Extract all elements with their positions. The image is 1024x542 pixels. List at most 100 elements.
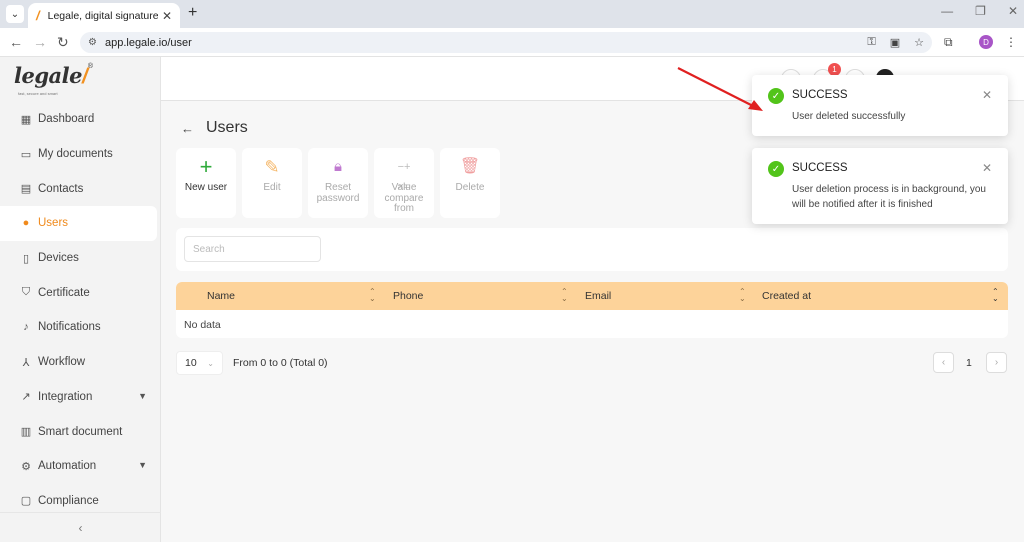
previous-page-button[interactable]: ‹ [933, 352, 954, 373]
check-circle-icon: ✓ [768, 88, 784, 104]
tablet-icon: ▯ [22, 252, 30, 265]
bell-icon: ♪ [23, 321, 29, 334]
restore-icon[interactable]: ❐ [975, 4, 986, 18]
sidebar-item-label: Dashboard [38, 113, 95, 126]
chevron-left-icon: ‹ [78, 520, 83, 535]
next-page-button[interactable]: › [986, 352, 1007, 373]
gear-icon: ⚙ [21, 460, 31, 473]
action-label: New user [184, 182, 228, 193]
bookmark-star-icon[interactable]: ☆ [914, 36, 924, 49]
column-header-phone[interactable]: Phone [393, 282, 423, 310]
forward-arrow-icon[interactable]: → [33, 34, 47, 50]
new-tab-button[interactable]: + [188, 4, 197, 22]
page-header: ← Users [181, 119, 248, 137]
sort-arrows-icon[interactable]: ⌃ ⌄ [992, 288, 999, 303]
page-size-select[interactable]: 10 ⌄ [176, 351, 223, 375]
logo-registered: ® [87, 63, 93, 70]
chat-icon: ▢ [20, 495, 32, 508]
action-label: Delete [455, 182, 485, 193]
sidebar-item-notifications[interactable]: ♪ Notifications [0, 310, 161, 345]
minimize-icon[interactable]: — [941, 4, 953, 18]
sidebar-item-workflow[interactable]: ⅄ Workflow [0, 345, 161, 380]
sort-arrows-icon[interactable]: ⌃ ⌄ [369, 288, 376, 303]
sidebar-item-certificate[interactable]: ⛉ Certificate [0, 275, 161, 310]
sidebar-item-smart-document[interactable]: ▥ Smart document [0, 414, 161, 449]
sidebar-item-integration[interactable]: ↗ Integration ▼ [0, 380, 161, 415]
search-card [176, 228, 1008, 271]
browser-tab[interactable]: / Legale, digital signature ✕ [28, 3, 180, 28]
action-label: Reset password [316, 182, 360, 204]
column-header-name[interactable]: Name [207, 282, 235, 310]
lock-icon: 🔒︎ [334, 158, 342, 175]
dashboard-icon: ▦ [20, 113, 32, 126]
action-label: Edit [263, 182, 281, 193]
page-title: Users [206, 119, 248, 136]
sidebar-item-label: Notifications [38, 321, 101, 334]
calculator-icon: −+ ×= [397, 161, 411, 193]
external-link-icon: ↗ [21, 391, 31, 404]
tab-close-icon[interactable]: ✕ [162, 9, 172, 23]
toast-message: User deleted successfully [792, 111, 906, 122]
column-header-created-at[interactable]: Created at [762, 282, 811, 310]
reset-password-button[interactable]: 🔒︎ Reset password [308, 148, 368, 218]
sidebar-item-devices[interactable]: ▯ Devices [0, 241, 161, 276]
document-icon: ▥ [20, 426, 32, 439]
logo-tagline: fast, secure and smart [18, 91, 58, 96]
site-settings-icon[interactable]: ⚙ [88, 37, 97, 48]
column-header-email[interactable]: Email [585, 282, 611, 310]
url-text: app.legale.io/user [104, 36, 192, 49]
install-app-icon[interactable]: ▣ [890, 36, 900, 49]
toast-message: User deletion process is in background, … [792, 184, 986, 210]
current-page-number[interactable]: 1 [966, 357, 972, 369]
back-arrow-icon[interactable]: ← [9, 34, 23, 50]
window-close-icon[interactable]: ✕ [1008, 4, 1018, 18]
success-toast: ✓ SUCCESS User deletion process is in ba… [752, 148, 1008, 224]
edit-button[interactable]: ✎ Edit [242, 148, 302, 218]
pagination: 10 ⌄ From 0 to 0 (Total 0) ‹ 1 › [176, 351, 1008, 375]
tab-search-menu-button[interactable]: ⌄ [6, 5, 24, 23]
tab-title: Legale, digital signature [47, 9, 158, 22]
sidebar-item-label: My documents [38, 148, 113, 161]
toast-title: SUCCESS [792, 162, 848, 174]
chevron-down-icon[interactable]: ▼ [138, 391, 147, 401]
folder-icon: ▭ [20, 148, 32, 161]
sidebar-item-automation[interactable]: ⚙ Automation ▼ [0, 449, 161, 484]
sidebar-item-label: Contacts [38, 182, 84, 195]
sidebar-item-my-documents[interactable]: ▭ My documents [0, 137, 161, 172]
plus-icon: + [199, 154, 213, 179]
chevron-down-icon[interactable]: ▼ [138, 460, 147, 470]
sort-arrows-icon[interactable]: ⌃ ⌄ [739, 288, 746, 303]
browser-tab-bar: ⌄ / Legale, digital signature ✕ + — ❐ ✕ [0, 0, 1024, 28]
sidebar-item-users[interactable]: ● Users [0, 206, 157, 241]
reload-icon[interactable]: ↻ [57, 34, 69, 51]
browser-menu-icon[interactable]: ⋮ [1005, 35, 1017, 49]
close-icon[interactable]: ✕ [982, 161, 992, 175]
sort-arrows-icon[interactable]: ⌃ ⌄ [561, 288, 568, 303]
value-compare-button[interactable]: −+ ×= Value compare from [374, 148, 434, 218]
trash-icon: 🗑︎ [459, 158, 481, 175]
table-empty-text: No data [184, 319, 221, 331]
action-toolbar: + New user ✎ Edit 🔒︎ Reset password −+ ×=… [176, 148, 500, 218]
extensions-puzzle-icon[interactable]: ⧉ [944, 35, 953, 50]
close-icon[interactable]: ✕ [982, 88, 992, 102]
sidebar-item-label: Integration [38, 390, 93, 403]
shield-icon: ⛉ [21, 286, 31, 299]
delete-button[interactable]: 🗑︎ Delete [440, 148, 500, 218]
user-icon: ● [22, 217, 30, 230]
back-arrow-icon[interactable]: ← [181, 121, 194, 136]
url-omnibox[interactable]: ⚙ app.legale.io/user ⚿ ▣ ☆ [80, 32, 932, 53]
sidebar-collapse-button[interactable]: ‹ [0, 512, 161, 542]
new-user-button[interactable]: + New user [176, 148, 236, 218]
pagination-range-text: From 0 to 0 (Total 0) [233, 357, 328, 369]
sidebar-item-contacts[interactable]: ▤ Contacts [0, 171, 161, 206]
legale-logo[interactable]: legale/® fast, secure and smart [14, 63, 154, 97]
legale-favicon-icon: / [36, 8, 40, 23]
search-input[interactable] [184, 236, 321, 262]
password-key-icon[interactable]: ⚿ [867, 36, 875, 49]
sidebar-item-label: Users [38, 217, 69, 230]
sidebar-item-label: Devices [38, 252, 79, 265]
profile-avatar[interactable]: D [979, 35, 993, 49]
sidebar-item-dashboard[interactable]: ▦ Dashboard [0, 102, 161, 137]
logo-text: legale [14, 63, 82, 88]
contacts-icon: ▤ [20, 183, 32, 196]
